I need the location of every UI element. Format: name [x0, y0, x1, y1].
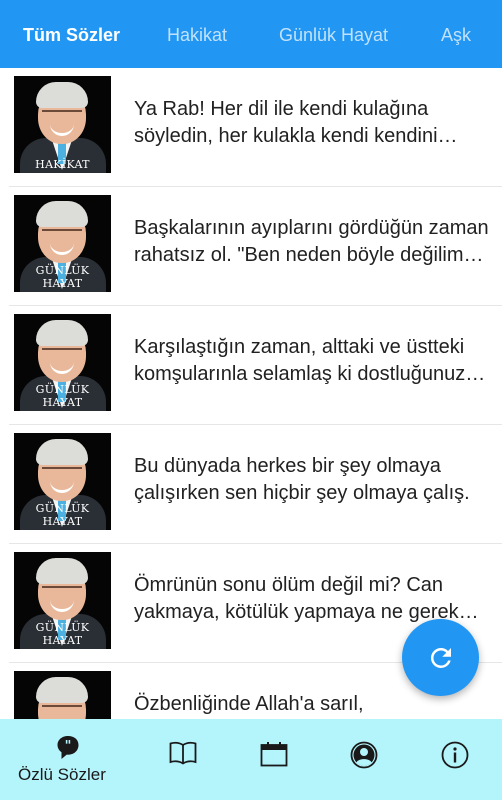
nav-profile[interactable] [315, 719, 415, 800]
author-thumbnail: GÜNLÜK HAYAT [14, 195, 111, 292]
quote-text: Karşılaştığın zaman, alttaki ve üstteki … [134, 336, 466, 385]
quote-item[interactable]: GÜNLÜK HAYAT Başkalarının ayıplarını gör… [9, 187, 502, 306]
quote-text: Ya Rab! Her dil ile kendi kulağına söyle… [134, 98, 438, 147]
nav-calendar[interactable] [224, 719, 324, 800]
tab-all-quotes[interactable]: Tüm Sözler [23, 0, 120, 68]
quote-text: Başkalarının ayıplarını gördüğün zaman r… [134, 217, 489, 266]
category-caption: GÜNLÜK HAYAT [35, 621, 90, 647]
bottom-navigation: " Özlü Sözler [0, 719, 502, 800]
nav-ozlu-sozler[interactable]: " Özlü Sözler [0, 719, 106, 800]
nav-book[interactable] [132, 719, 232, 800]
book-icon [169, 741, 197, 765]
quote-item[interactable]: GÜNLÜK HAYAT Karşılaştığın zaman, alttak… [9, 306, 502, 425]
calendar-icon [260, 742, 288, 767]
quote-text: Bu dünyada herkes bir şey olmaya çalışır… [134, 455, 470, 504]
tab-hakikat[interactable]: Hakikat [167, 0, 227, 68]
quote-item[interactable]: HAKİKAT Ya Rab! Her dil ile kendi kulağı… [9, 68, 502, 187]
category-tab-bar: Tüm Sözler Hakikat Günlük Hayat Aşk [0, 0, 502, 68]
author-thumbnail: GÜNLÜK HAYAT [14, 433, 111, 530]
quote-item[interactable]: GÜNLÜK HAYAT Bu dünyada herkes bir şey o… [9, 425, 502, 544]
category-caption: GÜNLÜK HAYAT [35, 502, 90, 528]
category-caption: GÜNLÜK HAYAT [35, 264, 90, 290]
tab-gunluk-hayat[interactable]: Günlük Hayat [279, 0, 388, 68]
user-icon [350, 741, 378, 769]
refresh-icon [430, 647, 451, 668]
nav-info[interactable] [402, 719, 502, 800]
tab-ask[interactable]: Aşk [441, 0, 471, 68]
quote-text: Ömrünün sonu ölüm değil mi? Can yakmaya,… [134, 574, 459, 623]
author-thumbnail: GÜNLÜK HAYAT [14, 314, 111, 411]
svg-text:": " [65, 739, 72, 754]
author-thumbnail: HAKİKAT [14, 76, 111, 173]
author-thumbnail: GÜNLÜK HAYAT [14, 552, 111, 649]
category-caption: GÜNLÜK HAYAT [35, 383, 90, 409]
quote-bubble-icon: " [57, 736, 79, 759]
category-caption: HAKİKAT [35, 158, 90, 171]
nav-label: Özlü Sözler [18, 765, 106, 784]
info-icon [441, 741, 469, 769]
refresh-button[interactable] [402, 619, 479, 696]
